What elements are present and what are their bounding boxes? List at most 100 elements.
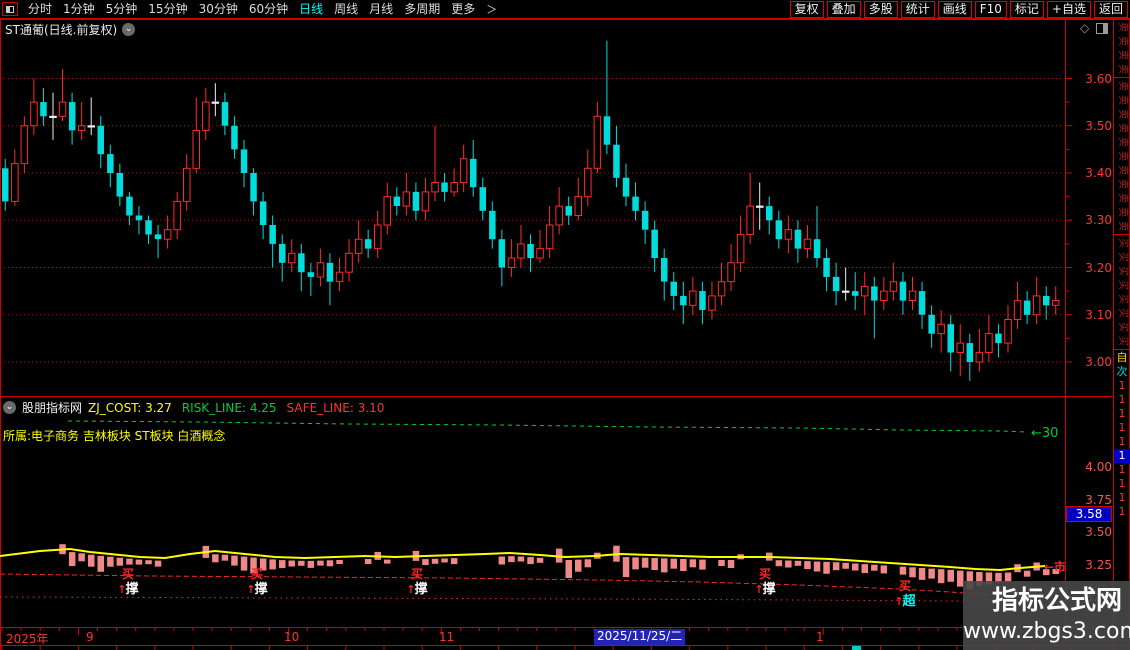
strip-digit: 1 — [1118, 393, 1126, 406]
candle-body — [183, 167, 191, 202]
candle-body — [326, 262, 334, 282]
candle-body — [421, 191, 430, 212]
candle-body — [661, 258, 668, 282]
stock-tags-line: 所属:电子商务 吉林板块 ST板块 白酒概念 — [3, 429, 226, 443]
candle-body — [727, 262, 735, 283]
tool-button-叠加[interactable]: 叠加 — [826, 0, 861, 18]
period-tab-多周期[interactable]: 多周期 — [404, 1, 440, 18]
strip-digit: 1 — [1118, 491, 1126, 504]
candle-body — [288, 252, 296, 264]
candle-body — [221, 102, 229, 126]
red-dashed-line — [0, 573, 1046, 598]
indicator-bar — [221, 554, 229, 561]
strip-tab-zi[interactable]: 自 — [1114, 351, 1130, 365]
price-axis-ticks — [1066, 78, 1072, 363]
candle-body — [632, 196, 639, 211]
date-axis-ticks — [1, 628, 1073, 650]
period-tab-日线[interactable]: 日线 — [299, 1, 323, 18]
period-tab-5分钟[interactable]: 5分钟 — [106, 1, 138, 18]
candle-body — [489, 210, 496, 240]
period-tab-分时[interactable]: 分时 — [28, 1, 52, 18]
candle-body — [1032, 295, 1041, 316]
candle-body — [908, 290, 917, 302]
period-tab-更多[interactable]: 更多 — [451, 1, 475, 18]
candle-body — [202, 101, 210, 131]
candle-body — [746, 205, 754, 236]
candle-body — [708, 295, 716, 311]
period-tab-月线[interactable]: 月线 — [369, 1, 393, 18]
indicator-bar — [785, 560, 792, 568]
tool-button-标记[interactable]: 标记 — [1009, 0, 1044, 18]
indicator-bar — [326, 560, 334, 567]
candle-body — [985, 333, 993, 354]
red-dotted-line — [0, 596, 1046, 603]
diamond-icon[interactable]: ◇ — [1080, 21, 1089, 35]
indicator-value-ZJ_COST: ZJ_COST: 3.27 — [88, 400, 172, 415]
tool-button-复权[interactable]: 复权 — [789, 0, 824, 18]
candle-body — [584, 167, 592, 198]
indicator-bar — [68, 552, 76, 567]
chevron-down-icon[interactable]: ⌄ — [122, 23, 136, 36]
tool-button-画线[interactable]: 画线 — [937, 0, 972, 18]
candle-body — [613, 144, 620, 178]
indicator-bar — [575, 559, 582, 572]
period-tab-1分钟[interactable]: 1分钟 — [63, 1, 95, 18]
indicator-bar — [527, 557, 534, 565]
candle-body — [354, 238, 363, 254]
candle-body — [641, 210, 649, 230]
candle-body — [11, 163, 19, 202]
indicator-bar — [536, 557, 544, 563]
indicator-value-RISK_LINE: RISK_LINE: 4.25 — [181, 400, 277, 415]
strip-digit: 1 — [1118, 477, 1126, 490]
candle-body — [813, 239, 821, 259]
toolbar-divider — [0, 19, 1130, 20]
candle-body — [298, 253, 305, 273]
strip-tab-ci[interactable]: 次 — [1114, 365, 1130, 379]
top-toolbar: 分时 1分钟 5分钟 15分钟 30分钟 60分钟 日线 周线 月线 多周期 更多 ＞ 复权 叠加 多股统… — [0, 0, 1130, 19]
indicator-bar — [699, 559, 706, 570]
buy-signal: 买 ↑撑 — [405, 568, 429, 597]
candle-body — [717, 281, 726, 297]
indicator-bar — [775, 560, 783, 567]
indicator-chevron-icon[interactable]: ⌄ — [3, 401, 16, 414]
candle-body — [2, 168, 9, 202]
main-chart-svg[interactable] — [0, 38, 1065, 396]
indicator-bar — [680, 559, 687, 571]
candle-body — [536, 248, 544, 259]
indicator-bar — [508, 556, 515, 563]
signal-bottom-label: 超 — [902, 594, 916, 609]
chart-title-row: ST通葡(日线.前复权) ⌄ — [5, 21, 136, 38]
candle-body — [450, 182, 458, 193]
signal-bottom-label: 撑 — [762, 582, 776, 597]
candle-body — [956, 342, 964, 354]
tool-button-返回[interactable]: 返回 — [1093, 0, 1128, 18]
tool-button-F10[interactable]: F10 — [974, 0, 1007, 18]
candle-body — [545, 224, 554, 250]
more-arrow-icon[interactable]: ＞ — [486, 1, 497, 17]
period-tab-30分钟[interactable]: 30分钟 — [199, 1, 238, 18]
period-tab-周线[interactable]: 周线 — [334, 1, 358, 18]
indicator-bar — [842, 562, 849, 569]
split-panel-icon[interactable] — [1096, 22, 1109, 34]
signal-bottom-label: 撑 — [254, 582, 268, 597]
candle-body — [574, 196, 582, 217]
candle-body — [1013, 300, 1022, 321]
period-tab-15分钟[interactable]: 15分钟 — [148, 1, 187, 18]
tool-button-统计[interactable]: 统计 — [900, 0, 935, 18]
candle-body — [803, 238, 812, 250]
candle-body — [899, 281, 907, 301]
indicator-bar — [871, 564, 878, 571]
candle-body — [211, 101, 220, 104]
candle-body — [603, 116, 611, 145]
candle-body — [20, 125, 29, 165]
tool-button-+自选[interactable]: +自选 — [1046, 0, 1091, 18]
right-sidebar-strip[interactable]: 卖卖卖卖卖卖卖卖卖卖卖卖卖卖卖买买买买买买买买自次1111111111 — [1114, 20, 1130, 650]
indicator-bar — [861, 564, 868, 574]
indicator-bar — [135, 559, 143, 565]
window-panel-icon[interactable] — [2, 2, 18, 16]
candle-body — [269, 225, 276, 244]
strip-digit: 1 — [1118, 463, 1126, 476]
tool-button-多股[interactable]: 多股 — [863, 0, 898, 18]
candle-body — [852, 291, 859, 296]
period-tab-60分钟[interactable]: 60分钟 — [249, 1, 288, 18]
